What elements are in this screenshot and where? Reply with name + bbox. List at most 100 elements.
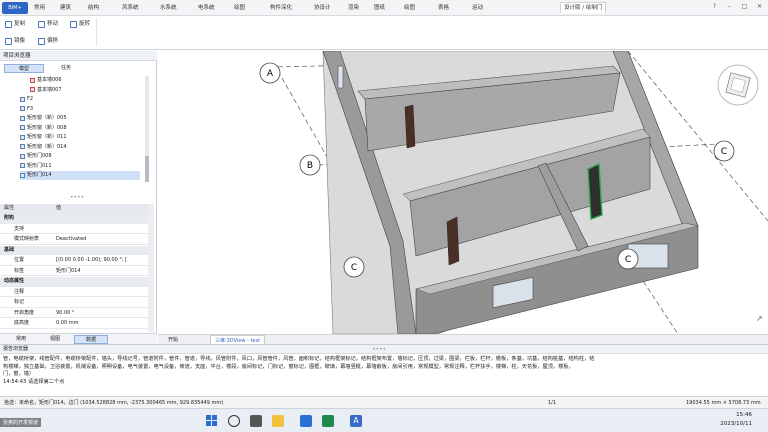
tree-item-label: 矩形窗（新）011 [27, 134, 67, 140]
selected-door[interactable] [587, 162, 603, 220]
windows-taskbar: A 15:46 2023/10/11 [0, 408, 768, 432]
property-value[interactable]: 矩形门014 [56, 267, 81, 277]
tab-common[interactable]: 常用 [6, 335, 36, 344]
app-window: { "app": {"logo_label": "BIM", "title_ri… [0, 0, 768, 432]
property-row[interactable]: 标签 矩形门014 [0, 267, 148, 277]
property-key: 位置 [14, 257, 25, 263]
grid-bubble-label: C [625, 255, 631, 265]
ribbon-tab-11[interactable]: 绘图 [404, 3, 415, 14]
report-text: 管，电缆桥架，线管配件，电缆桥架配件，墙头，导线记号，管道附件，管件，管道，导线… [3, 356, 748, 386]
maximize-icon[interactable]: □ [740, 2, 749, 11]
property-row[interactable]: 标记 [0, 298, 148, 308]
ribbon-tab-1[interactable]: 建筑 [60, 3, 71, 14]
tree-scrollbar-thumb[interactable] [145, 156, 149, 182]
help-icon[interactable]: ? [710, 2, 719, 11]
view-tabs: 开始 三维:3DView - test [158, 334, 768, 345]
tab-model[interactable]: 模型 [4, 64, 44, 73]
offset-icon [38, 37, 45, 45]
tree-item-label: 矩形门008 [27, 153, 52, 159]
task-view-icon[interactable] [250, 415, 262, 427]
property-key: 基础 [4, 246, 15, 253]
ribbon-tab-0[interactable]: 常用 [34, 3, 45, 14]
app-menu-button[interactable]: BIM+ [2, 2, 28, 14]
door-upper[interactable] [404, 104, 416, 149]
ribbon-panel: 复制 移动 旋转 镜像 偏移 [0, 16, 768, 50]
tree-node-icon [20, 125, 25, 131]
copy-button[interactable]: 复制 [5, 18, 25, 30]
tree-item[interactable]: 基本墙006 [30, 76, 140, 85]
grid-bubble-label: B [307, 161, 313, 171]
tree-item[interactable]: 矩形窗（新）011 [20, 133, 140, 142]
property-key: 动态属性 [4, 278, 25, 284]
bim-app-icon[interactable]: A [350, 415, 362, 427]
property-key: 标签 [14, 267, 25, 274]
property-value[interactable]: Deactivated [56, 235, 86, 245]
tree-item-label: 基本墙007 [37, 86, 62, 93]
tree-item[interactable]: 矩形门011 [20, 162, 140, 171]
property-key: 底高度 [14, 320, 30, 326]
tab-data[interactable]: 数据 [74, 335, 108, 344]
ribbon-tab-12[interactable]: 表格 [438, 3, 449, 14]
property-row[interactable]: 开启角度 90.00 ° [0, 309, 148, 319]
property-key: 注释 [14, 288, 25, 295]
door-lower[interactable] [446, 216, 460, 266]
search-icon[interactable] [228, 415, 240, 427]
tree-item[interactable]: 矩形门008 [20, 152, 140, 161]
minimize-icon[interactable]: – [725, 2, 734, 11]
mirror-icon [5, 37, 12, 45]
ribbon-tab-13[interactable]: 运动 [472, 3, 483, 14]
ribbon-tab-8[interactable]: 协设计 [314, 3, 331, 14]
move-icon [38, 20, 45, 28]
tab-view[interactable]: 视图 [40, 335, 70, 344]
status-bar: 拾选：未命名，矩形门014，边门 (1034.528828 mm, -2375.… [0, 396, 768, 408]
windows-start-icon[interactable] [206, 415, 218, 427]
property-row[interactable]: 底高度 0.00 mm [0, 319, 148, 329]
tree-item[interactable]: 矩形窗（新）008 [20, 124, 140, 133]
property-row[interactable]: 注释 [0, 288, 148, 297]
tree-node-icon [20, 153, 25, 159]
tree-item[interactable]: 矩形门014 [20, 171, 140, 180]
ribbon-tab-14[interactable]: 设计版 / 绘制门 [560, 2, 607, 13]
ribbon-tab-2[interactable]: 结构 [88, 3, 99, 14]
property-row[interactable]: 模式映射表 Deactivated [0, 235, 148, 245]
nav-cube[interactable] [717, 64, 759, 106]
ribbon-tab-10[interactable]: 图纸 [374, 3, 385, 14]
tree-item[interactable]: 矩形窗（新）014 [20, 143, 140, 152]
tree-item[interactable]: 矩形窗（新）005 [20, 114, 140, 123]
property-row[interactable]: 位置 [(0.00 0.00 -1.00); 90.00 °; [ [0, 256, 148, 266]
properties-scrollbar[interactable] [148, 204, 154, 332]
3d-model-view[interactable]: A B C C C ↗ [158, 51, 768, 334]
3d-viewport[interactable]: A B C C C ↗ [158, 51, 768, 334]
ribbon-tab-6[interactable]: 绘图 [234, 3, 245, 14]
property-value[interactable]: [(0.00 0.00 -1.00); 90.00 °; [ [56, 256, 127, 266]
tree-item[interactable]: F3 [20, 105, 140, 114]
close-icon[interactable]: ✕ [755, 2, 764, 11]
ribbon-tab-4[interactable]: 水系统 [160, 3, 177, 14]
offset-button[interactable]: 偏移 [38, 35, 58, 47]
tab-tasks[interactable]: 任务 [46, 64, 86, 73]
axis-icon: ↗ [756, 314, 763, 323]
app-taskbar-icon[interactable] [300, 415, 312, 427]
property-group: 附构 [0, 214, 148, 224]
rotate-button[interactable]: 旋转 [70, 18, 90, 30]
tree-item[interactable]: 基本墙007 [30, 86, 140, 95]
report-line: 构楼梯，独立基础，卫浴装置，机械设备，照明设备，电气装置，电气设备，坡道，支座，… [3, 363, 574, 370]
tree-item-label: 矩形窗（新）005 [27, 115, 67, 121]
tree-item[interactable]: F2 [20, 95, 140, 104]
app-taskbar-icon-2[interactable] [322, 415, 334, 427]
property-row[interactable]: 支持 [0, 225, 148, 234]
tree-item-label: F3 [27, 105, 34, 112]
mirror-button[interactable]: 镜像 [5, 35, 25, 47]
ribbon-tab-5[interactable]: 电系统 [198, 3, 215, 14]
splitter-grip-icon[interactable]: •••• [70, 194, 84, 201]
property-value[interactable]: 0.00 mm [56, 319, 78, 329]
rotate-icon [70, 20, 77, 28]
ribbon-tab-3[interactable]: 风系统 [122, 3, 139, 14]
move-button[interactable]: 移动 [38, 18, 58, 30]
splitter-grip-icon[interactable]: •••• [372, 346, 386, 353]
ribbon-tab-7[interactable]: 构件深化 [270, 3, 292, 14]
property-value[interactable]: 90.00 ° [56, 309, 74, 319]
properties-header: 属性 值 [0, 204, 148, 214]
ribbon-tab-9[interactable]: 渲染 [348, 3, 359, 14]
file-explorer-icon[interactable] [272, 415, 284, 427]
